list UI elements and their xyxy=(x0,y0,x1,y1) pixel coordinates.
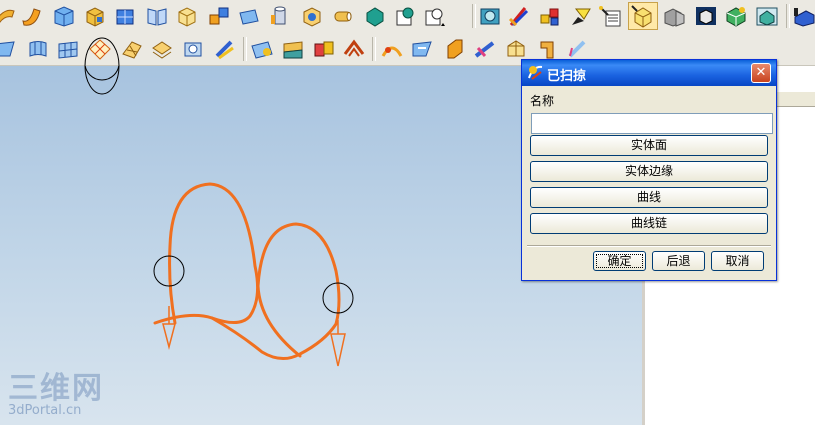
highlight-icon[interactable] xyxy=(628,2,658,30)
block-icon[interactable] xyxy=(83,5,107,27)
selection-marker-toolbar xyxy=(84,66,120,81)
cancel-button[interactable]: 取消 xyxy=(711,251,764,271)
thicken-icon[interactable] xyxy=(566,38,590,60)
blend-icon[interactable] xyxy=(410,38,434,60)
sweep-icon[interactable] xyxy=(20,5,44,27)
node-icon[interactable] xyxy=(393,5,417,27)
toolbar-separator xyxy=(786,4,790,28)
back-button[interactable]: 后退 xyxy=(652,251,705,271)
wire-icon[interactable] xyxy=(694,5,718,27)
profile-icon[interactable] xyxy=(535,38,559,60)
dialog-title: 已扫掠 xyxy=(547,69,587,84)
dialog-divider xyxy=(527,245,771,247)
chamfer-icon[interactable] xyxy=(442,38,466,60)
swept-icon xyxy=(528,65,543,80)
tube-icon[interactable] xyxy=(331,5,355,27)
fillet-icon[interactable] xyxy=(473,38,497,60)
render-icon[interactable] xyxy=(478,5,502,27)
watermark-title: 三维网 xyxy=(8,371,104,406)
watermark-url: 3dPortal.cn xyxy=(8,403,82,418)
orient-icon[interactable] xyxy=(792,5,815,27)
close-button[interactable]: ✕ xyxy=(751,63,771,83)
name-label: 名称 xyxy=(530,94,555,108)
law-icon[interactable] xyxy=(182,38,206,60)
solid-edge-button[interactable]: 实体边缘 xyxy=(530,161,768,182)
pattern-icon[interactable] xyxy=(207,5,231,27)
cap-icon[interactable] xyxy=(342,38,366,60)
trim-icon[interactable] xyxy=(250,38,274,60)
grid-icon[interactable] xyxy=(724,5,748,27)
flange-icon[interactable] xyxy=(281,38,305,60)
offset-icon[interactable] xyxy=(213,38,237,60)
light-icon[interactable] xyxy=(568,5,592,27)
swept-icon[interactable] xyxy=(88,38,112,60)
section-icon[interactable] xyxy=(504,38,528,60)
swept-dialog: 已扫掠 ✕ 名称 实体面 实体边缘 曲线 曲线链 确定 后退 取消 xyxy=(521,59,777,281)
face-icon[interactable] xyxy=(237,5,261,27)
n-sided-icon[interactable] xyxy=(120,38,144,60)
curve-chain-button[interactable]: 曲线链 xyxy=(530,213,768,234)
ruled-icon[interactable] xyxy=(0,38,18,60)
curve-loop-right xyxy=(210,222,341,360)
curve-button[interactable]: 曲线 xyxy=(530,187,768,208)
mesh-icon[interactable] xyxy=(56,38,80,60)
cube-icon[interactable] xyxy=(175,5,199,27)
cylinder-icon[interactable] xyxy=(268,5,292,27)
box-icon[interactable] xyxy=(113,5,137,27)
revolve-icon[interactable] xyxy=(0,5,16,27)
extension-icon[interactable] xyxy=(150,38,174,60)
bridge-icon[interactable] xyxy=(380,38,404,60)
toolbar-row-1 xyxy=(0,0,815,34)
name-input[interactable] xyxy=(531,113,773,134)
sketch-icon[interactable] xyxy=(423,5,447,27)
shade-icon[interactable] xyxy=(662,5,686,27)
brush-icon[interactable] xyxy=(507,5,531,27)
book-icon[interactable] xyxy=(145,5,169,27)
surface-icon[interactable] xyxy=(52,5,76,27)
direction-cone-left xyxy=(162,323,176,350)
close-icon: ✕ xyxy=(755,65,767,80)
direction-cone-right xyxy=(330,333,346,367)
toolbar-separator xyxy=(472,4,476,28)
dialog-titlebar[interactable]: 已扫掠 ✕ xyxy=(522,60,776,86)
part-icon[interactable] xyxy=(300,5,324,27)
fold-icon[interactable] xyxy=(312,38,336,60)
curve-loop-left xyxy=(153,182,260,325)
through-curves-icon[interactable] xyxy=(26,38,50,60)
toolbar-separator xyxy=(372,37,376,61)
ok-button[interactable]: 确定 xyxy=(593,251,646,271)
toolbar-separator xyxy=(243,37,247,61)
assembly-icon[interactable] xyxy=(538,5,562,27)
view-icon[interactable] xyxy=(755,5,779,27)
sphere-icon[interactable] xyxy=(363,5,387,27)
watermark: 三维网 3dPortal.cn xyxy=(8,374,104,418)
solid-face-button[interactable]: 实体面 xyxy=(530,135,768,156)
layout-icon[interactable] xyxy=(598,5,622,27)
